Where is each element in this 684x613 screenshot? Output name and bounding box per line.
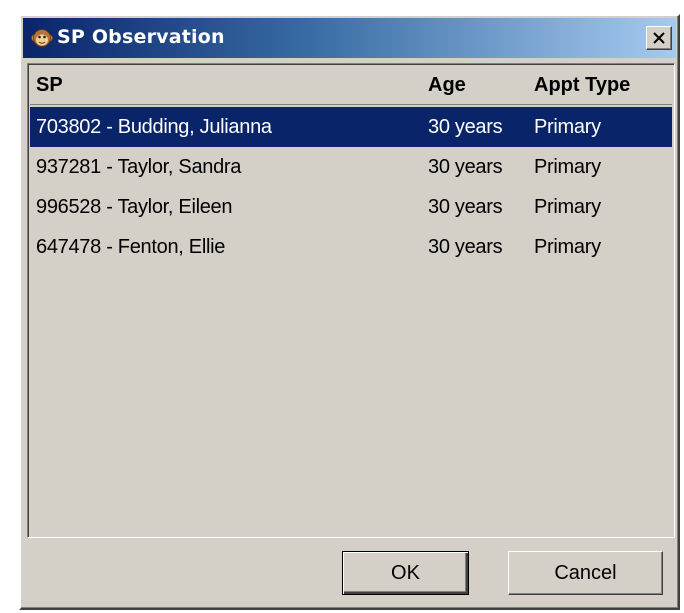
list-row[interactable]: 996528 - Taylor, Eileen 30 years Primary: [30, 187, 672, 227]
row-appt-type: Primary: [534, 116, 601, 138]
column-header-sp[interactable]: SP: [36, 66, 63, 104]
row-age: 30 years: [428, 156, 503, 178]
row-age: 30 years: [428, 196, 503, 218]
list-row[interactable]: 703802 - Budding, Julianna 30 years Prim…: [30, 107, 672, 147]
sp-observation-dialog: SP Observation SP Age Appt Type 703802 -…: [19, 14, 680, 610]
row-sp: 937281 - Taylor, Sandra: [36, 156, 242, 178]
close-icon: [653, 32, 665, 44]
column-header-age[interactable]: Age: [428, 66, 466, 104]
row-sp: 996528 - Taylor, Eileen: [36, 196, 233, 218]
column-header-appt-type[interactable]: Appt Type: [534, 66, 630, 104]
list-row[interactable]: 937281 - Taylor, Sandra 30 years Primary: [30, 147, 672, 187]
row-age: 30 years: [428, 236, 503, 258]
row-appt-type: Primary: [534, 196, 601, 218]
row-appt-type: Primary: [534, 236, 601, 258]
sp-list-view[interactable]: SP Age Appt Type 703802 - Budding, Julia…: [27, 63, 675, 538]
monkey-face-icon: [31, 29, 53, 47]
row-age: 30 years: [428, 116, 503, 138]
row-sp: 703802 - Budding, Julianna: [36, 116, 272, 138]
list-rows: 703802 - Budding, Julianna 30 years Prim…: [30, 107, 672, 267]
ok-button[interactable]: OK: [342, 551, 469, 595]
cancel-button[interactable]: Cancel: [508, 551, 663, 595]
close-button[interactable]: [646, 26, 672, 50]
list-row[interactable]: 647478 - Fenton, Ellie 30 years Primary: [30, 227, 672, 267]
row-appt-type: Primary: [534, 156, 601, 178]
row-sp: 647478 - Fenton, Ellie: [36, 236, 226, 258]
window-title: SP Observation: [57, 26, 225, 48]
title-bar[interactable]: SP Observation: [23, 18, 676, 58]
list-header: SP Age Appt Type: [30, 66, 672, 105]
